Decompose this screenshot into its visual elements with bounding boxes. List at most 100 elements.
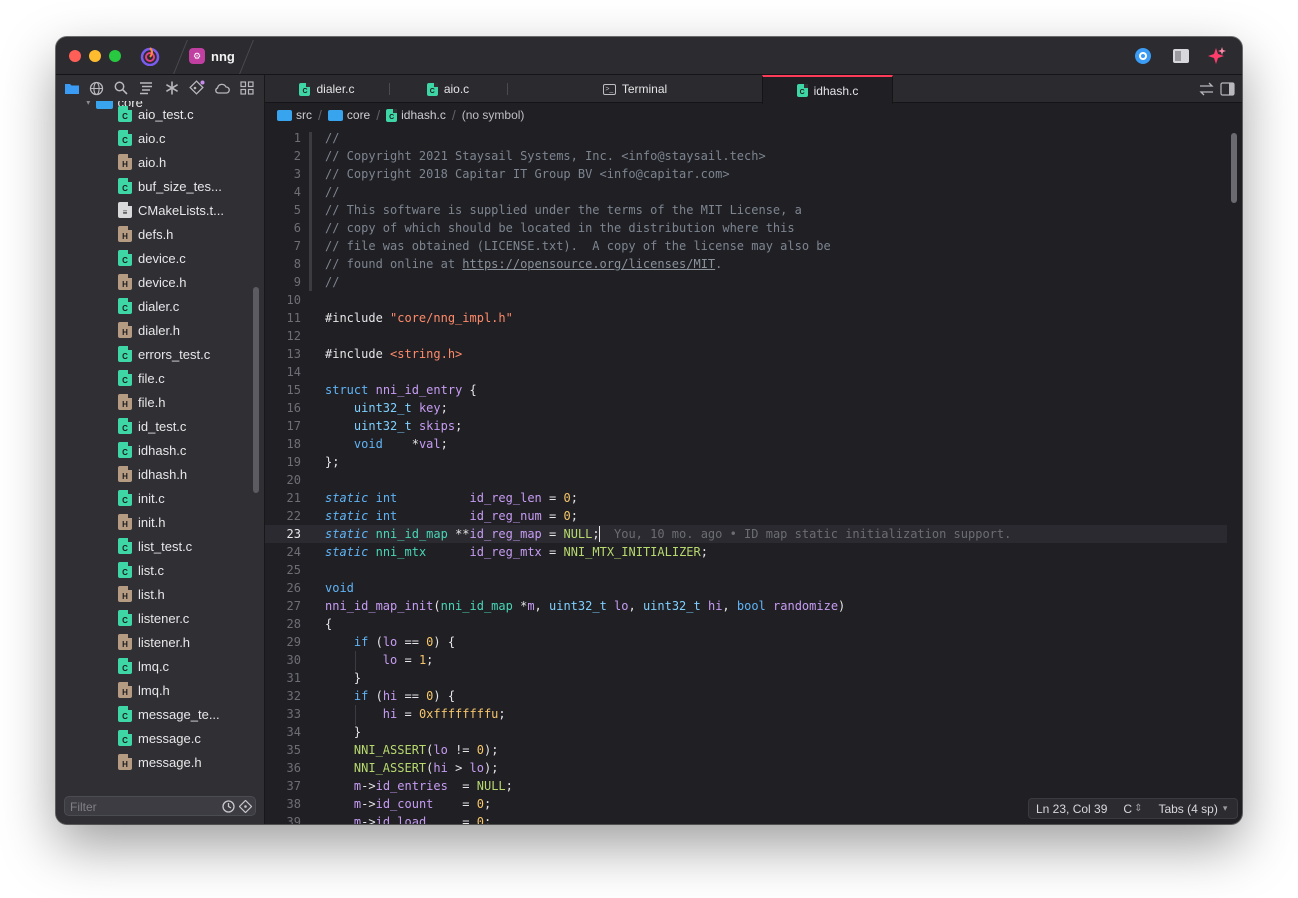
code-line[interactable]: 9 // bbox=[265, 273, 1227, 291]
sidebar-scrollbar[interactable] bbox=[253, 287, 259, 493]
file-item[interactable]: Cfile.c bbox=[118, 366, 165, 390]
code-line[interactable]: 29 if (lo == 0) { bbox=[265, 633, 1227, 651]
breadcrumb-symbol[interactable]: (no symbol) bbox=[462, 108, 525, 122]
asterisk-icon[interactable] bbox=[164, 80, 180, 96]
code-line[interactable]: 22 static int id_reg_num = 0; bbox=[265, 507, 1227, 525]
zoom-window-button[interactable] bbox=[109, 50, 121, 62]
file-item[interactable]: Hidhash.h bbox=[118, 462, 187, 486]
swap-icon[interactable] bbox=[1199, 82, 1214, 96]
file-item[interactable]: Cerrors_test.c bbox=[118, 342, 210, 366]
close-window-button[interactable] bbox=[69, 50, 81, 62]
file-item[interactable]: Hinit.h bbox=[118, 510, 165, 534]
file-item[interactable]: Clist_test.c bbox=[118, 534, 192, 558]
code-line[interactable]: 5 // This software is supplied under the … bbox=[265, 201, 1227, 219]
file-item[interactable]: Hmessage.h bbox=[118, 750, 202, 774]
file-item[interactable]: Clistener.c bbox=[118, 606, 189, 630]
code-line[interactable]: 1 // bbox=[265, 129, 1227, 147]
code-line[interactable]: 23 static nni_id_map **id_reg_map = NULL;… bbox=[265, 525, 1227, 543]
tab-aio-c[interactable]: C aio.c bbox=[389, 75, 507, 103]
code-line[interactable]: 35 NNI_ASSERT(lo != 0); bbox=[265, 741, 1227, 759]
breadcrumb-core[interactable]: core bbox=[347, 108, 370, 122]
code-line[interactable]: 2 // Copyright 2021 Staysail Systems, Inc… bbox=[265, 147, 1227, 165]
code-line[interactable]: 36 NNI_ASSERT(hi > lo); bbox=[265, 759, 1227, 777]
code-line[interactable]: 8 // found online at https://opensource.o… bbox=[265, 255, 1227, 273]
code-line[interactable]: 27 nni_id_map_init(nni_id_map *m, uint32_… bbox=[265, 597, 1227, 615]
code-line[interactable]: 20 bbox=[265, 471, 1227, 489]
code-line[interactable]: 3 // Copyright 2018 Capitar IT Group BV <… bbox=[265, 165, 1227, 183]
code-line[interactable]: 18 void *val; bbox=[265, 435, 1227, 453]
cloud-icon[interactable] bbox=[214, 80, 230, 96]
code-line[interactable]: 16 uint32_t key; bbox=[265, 399, 1227, 417]
file-item[interactable]: Clist.c bbox=[118, 558, 164, 582]
source-control-filter-icon[interactable] bbox=[239, 800, 252, 813]
code-line[interactable]: 25 bbox=[265, 561, 1227, 579]
indentation-mode[interactable]: Tabs (4 sp) bbox=[1158, 802, 1217, 816]
file-item[interactable]: Clmq.c bbox=[118, 654, 169, 678]
file-item[interactable]: Cmessage_te... bbox=[118, 702, 220, 726]
code-line[interactable]: 24 static nni_mtx id_reg_mtx = NNI_MTX_IN… bbox=[265, 543, 1227, 561]
file-item[interactable]: Hdefs.h bbox=[118, 222, 173, 246]
tab-dialer-c[interactable]: C dialer.c bbox=[265, 75, 389, 103]
tab-terminal[interactable]: >_ Terminal bbox=[507, 75, 763, 103]
code-line[interactable]: 37 m->id_entries = NULL; bbox=[265, 777, 1227, 795]
code-line[interactable]: 4 // bbox=[265, 183, 1227, 201]
code-line[interactable]: 12 bbox=[265, 327, 1227, 345]
clock-icon[interactable] bbox=[222, 800, 235, 813]
file-item[interactable]: Haio.h bbox=[118, 150, 166, 174]
symbols-list-icon[interactable] bbox=[138, 80, 154, 96]
code-line[interactable]: 10 bbox=[265, 291, 1227, 309]
file-item[interactable]: Cbuf_size_tes... bbox=[118, 174, 222, 198]
code-line[interactable]: 7 // file was obtained (LICENSE.txt). A c… bbox=[265, 237, 1227, 255]
code-editor[interactable]: 1 // 2 // Copyright 2021 Staysail Systems, … bbox=[265, 129, 1242, 824]
code-line[interactable]: 15 struct nni_id_entry { bbox=[265, 381, 1227, 399]
file-item[interactable]: Caio.c bbox=[118, 126, 165, 150]
file-item[interactable]: Hdevice.h bbox=[118, 270, 186, 294]
file-item[interactable]: Cdevice.c bbox=[118, 246, 186, 270]
code-line[interactable]: 26 void bbox=[265, 579, 1227, 597]
file-item[interactable]: ≡ CMakeLists.t... bbox=[118, 198, 224, 222]
code-line[interactable]: 33 hi = 0xffffffffu; bbox=[265, 705, 1227, 723]
breadcrumb-file[interactable]: idhash.c bbox=[401, 108, 446, 122]
code-line[interactable]: 34 } bbox=[265, 723, 1227, 741]
file-item[interactable]: Hlistener.h bbox=[118, 630, 190, 654]
folder-icon[interactable] bbox=[64, 80, 80, 96]
code-line[interactable]: 6 // copy of which should be located in t… bbox=[265, 219, 1227, 237]
filter-input[interactable] bbox=[70, 799, 210, 814]
code-line[interactable]: 30 lo = 1; bbox=[265, 651, 1227, 669]
file-item[interactable]: Cinit.c bbox=[118, 486, 165, 510]
layout-icon[interactable] bbox=[1172, 47, 1190, 65]
file-item[interactable]: Caio_test.c bbox=[118, 102, 194, 126]
search-icon[interactable] bbox=[113, 80, 129, 96]
file-item[interactable]: Hdialer.h bbox=[118, 318, 180, 342]
cursor-position[interactable]: Ln 23, Col 39 bbox=[1036, 802, 1107, 816]
record-icon[interactable] bbox=[1134, 47, 1152, 65]
code-line[interactable]: 28 { bbox=[265, 615, 1227, 633]
code-line[interactable]: 31 } bbox=[265, 669, 1227, 687]
language-mode[interactable]: C bbox=[1123, 802, 1132, 816]
code-line[interactable]: 13 #include <string.h> bbox=[265, 345, 1227, 363]
file-item[interactable]: Cidhash.c bbox=[118, 438, 186, 462]
source-control-icon[interactable] bbox=[189, 80, 205, 96]
file-item[interactable]: Hlmq.h bbox=[118, 678, 170, 702]
file-item[interactable]: Hlist.h bbox=[118, 582, 165, 606]
code-line[interactable]: 19}; bbox=[265, 453, 1227, 471]
file-item[interactable]: Cmessage.c bbox=[118, 726, 201, 750]
editor-scrollbar[interactable] bbox=[1231, 133, 1237, 203]
app-logo-icon[interactable] bbox=[140, 46, 160, 66]
code-line[interactable]: 14 bbox=[265, 363, 1227, 381]
file-item[interactable]: Hfile.h bbox=[118, 390, 165, 414]
code-line[interactable]: 21 static int id_reg_len = 0; bbox=[265, 489, 1227, 507]
file-item[interactable]: Cdialer.c bbox=[118, 294, 179, 318]
breadcrumb-src[interactable]: src bbox=[296, 108, 312, 122]
file-item[interactable]: Cid_test.c bbox=[118, 414, 186, 438]
minimize-window-button[interactable] bbox=[89, 50, 101, 62]
code-line[interactable]: 11 #include "core/nng_impl.h" bbox=[265, 309, 1227, 327]
code-line[interactable]: 17 uint32_t skips; bbox=[265, 417, 1227, 435]
globe-icon[interactable] bbox=[88, 80, 104, 96]
code-line[interactable]: 32 if (hi == 0) { bbox=[265, 687, 1227, 705]
filter-field[interactable] bbox=[64, 796, 256, 816]
tab-idhash-c[interactable]: C idhash.c bbox=[762, 75, 893, 104]
ai-sparkle-icon[interactable] bbox=[1208, 47, 1226, 65]
split-editor-icon[interactable] bbox=[1220, 82, 1235, 96]
project-switcher[interactable]: ⚙ nng bbox=[189, 47, 235, 65]
